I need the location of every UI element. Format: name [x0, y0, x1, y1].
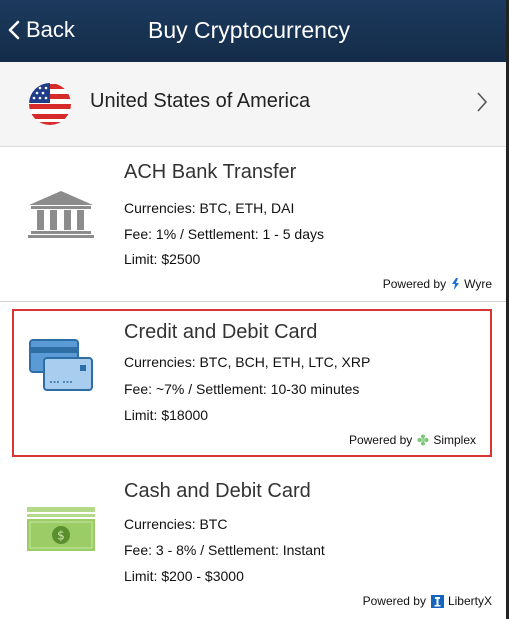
- credit-card-icon: [29, 339, 93, 391]
- page-title: Buy Cryptocurrency: [148, 17, 350, 43]
- method-limit: Limit: $18000: [124, 407, 209, 423]
- powered-by-label: Powered by: [362, 594, 426, 608]
- powered-by-label: Powered by: [382, 277, 447, 291]
- method-fee: Fee: 1% / Settlement: 1 - 5 days: [124, 226, 324, 242]
- bank-icon: [28, 191, 94, 238]
- method-title: Credit and Debit Card: [124, 321, 318, 343]
- powered-by-label: Powered by: [348, 433, 413, 447]
- simplex-logo-icon: [417, 434, 429, 446]
- powered-by: Powered by Wyre: [383, 277, 492, 291]
- us-flag-icon: [29, 83, 71, 125]
- method-title: ACH Bank Transfer: [124, 161, 297, 183]
- payment-method-card[interactable]: Credit and Debit Card Currencies: BTC, B…: [12, 309, 492, 457]
- method-currencies: Currencies: BTC, BCH, ETH, LTC, XRP: [124, 354, 371, 370]
- chevron-left-icon: [8, 20, 20, 40]
- provider-name: LibertyX: [447, 594, 492, 608]
- payment-method-cash[interactable]: $ Cash and Debit Card Currencies: BTC Fe…: [0, 466, 506, 619]
- payment-method-ach[interactable]: ACH Bank Transfer Currencies: BTC, ETH, …: [0, 147, 506, 302]
- method-currencies: Currencies: BTC, ETH, DAI: [124, 200, 295, 216]
- method-fee: Fee: 3 - 8% / Settlement: Instant: [124, 542, 325, 558]
- method-limit: Limit: $200 - $3000: [124, 568, 244, 584]
- provider-name: Simplex: [433, 433, 476, 447]
- back-label: Back: [26, 17, 75, 42]
- app-header: Back Buy Cryptocurrency: [0, 0, 506, 62]
- powered-by: Powered by LibertyX: [363, 594, 492, 608]
- country-name: United States of America: [90, 90, 311, 112]
- cash-icon: $: [27, 507, 95, 551]
- libertyx-logo-icon: [430, 594, 444, 608]
- provider-name: Wyre: [464, 277, 492, 291]
- wyre-logo-icon: [452, 278, 460, 290]
- country-selector[interactable]: United States of America: [0, 62, 506, 147]
- powered-by: Powered by Simplex: [349, 433, 476, 447]
- back-button[interactable]: Back: [8, 13, 75, 47]
- chevron-right-icon: [477, 92, 488, 112]
- method-limit: Limit: $2500: [124, 251, 201, 267]
- method-currencies: Currencies: BTC: [124, 516, 228, 532]
- method-title: Cash and Debit Card: [124, 480, 311, 502]
- method-fee: Fee: ~7% / Settlement: 10-30 minutes: [124, 381, 360, 397]
- svg-text:$: $: [57, 529, 65, 543]
